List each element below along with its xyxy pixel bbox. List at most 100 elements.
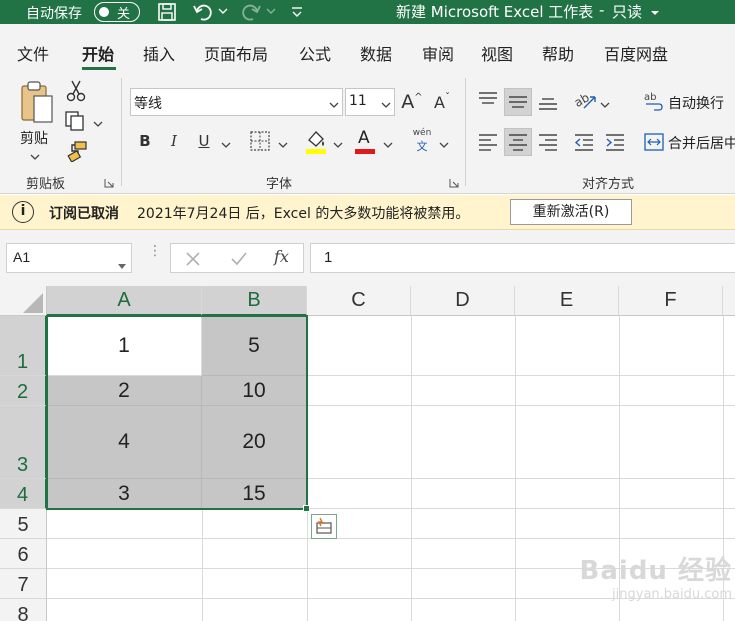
fill-color-swatch	[306, 149, 326, 154]
tab-home[interactable]: 开始	[82, 41, 114, 65]
bold-button[interactable]: B	[134, 128, 156, 154]
svg-text:ab: ab	[572, 90, 592, 110]
font-size-dropdown-icon[interactable]	[381, 98, 391, 113]
fill-handle[interactable]	[303, 505, 310, 512]
fill-color-dropdown-icon[interactable]	[333, 138, 343, 153]
font-dialog-launcher-icon[interactable]	[449, 177, 459, 188]
tab-baidu-netdisk[interactable]: 百度网盘	[604, 41, 668, 65]
fill-color-icon[interactable]	[305, 128, 327, 156]
font-group-label: 字体	[266, 177, 293, 192]
phonetic-top: wén	[412, 128, 432, 138]
redo-icon[interactable]	[240, 2, 262, 22]
title-separator: -	[599, 1, 605, 19]
phonetic-bottom: 文	[416, 140, 428, 153]
italic-glyph: I	[171, 132, 177, 150]
undo-icon[interactable]	[192, 2, 214, 22]
svg-text:ab: ab	[644, 92, 656, 103]
cancel-entry-icon[interactable]	[185, 251, 201, 271]
tab-page-layout[interactable]: 页面布局	[204, 41, 268, 65]
merge-center-label: 合并后居中	[668, 136, 735, 152]
watermark-url: jingyan.baidu.com	[612, 587, 732, 602]
font-color-icon[interactable]: A	[354, 128, 376, 156]
tab-view[interactable]: 视图	[481, 41, 513, 65]
name-box[interactable]: A1	[6, 243, 132, 273]
wrap-text-label: 自动换行	[668, 96, 724, 112]
paste-button[interactable]: 剪贴	[16, 80, 56, 162]
copy-dropdown-icon[interactable]	[93, 117, 103, 132]
increase-font-glyph: A	[401, 91, 415, 113]
customize-quick-access-icon[interactable]	[290, 4, 304, 20]
format-painter-icon[interactable]	[66, 140, 88, 163]
tab-help[interactable]: 帮助	[542, 41, 574, 65]
align-left-icon[interactable]	[476, 129, 500, 155]
orientation-icon[interactable]: ab	[572, 88, 598, 114]
insert-function-icon[interactable]: fx	[274, 247, 289, 266]
font-name-value: 等线	[134, 96, 162, 112]
tab-insert[interactable]: 插入	[143, 41, 175, 65]
phonetic-guide-icon[interactable]: wén 文	[409, 128, 435, 156]
font-name-dropdown-icon[interactable]	[329, 98, 339, 113]
increase-font-size-button[interactable]: A ^	[399, 88, 425, 116]
font-size-box[interactable]: 11	[345, 88, 395, 116]
cut-icon[interactable]	[66, 80, 86, 102]
document-title: 新建 Microsoft Excel 工作表	[396, 3, 594, 21]
clipboard-group-label: 剪贴板	[26, 177, 66, 192]
baidu-jingyan-watermark: Baidu 经验 jingyan.baidu.com	[562, 550, 732, 610]
selection-border	[46, 315, 308, 510]
tab-file[interactable]: 文件	[17, 41, 49, 65]
tab-data[interactable]: 数据	[360, 41, 392, 65]
increase-indent-icon[interactable]	[603, 129, 627, 155]
phonetic-dropdown-icon[interactable]	[439, 138, 449, 153]
paste-icon	[21, 81, 53, 123]
underline-button[interactable]: U	[193, 128, 215, 154]
formula-buttons: fx	[170, 243, 304, 273]
align-top-icon[interactable]	[476, 88, 500, 114]
tab-review[interactable]: 审阅	[422, 41, 454, 65]
orientation-dropdown-icon[interactable]	[600, 98, 610, 113]
align-right-icon[interactable]	[536, 129, 560, 155]
name-box-value: A1	[13, 249, 31, 265]
info-title: 订阅已取消	[49, 206, 119, 222]
underline-dropdown-icon[interactable]	[221, 138, 231, 153]
borders-icon[interactable]	[250, 131, 270, 151]
active-tab-underline	[82, 67, 116, 70]
info-message: 2021年7月24日 后，Excel 的大多数功能将被禁用。	[137, 206, 470, 222]
quick-analysis-button[interactable]	[311, 514, 337, 539]
font-color-dropdown-icon[interactable]	[383, 138, 393, 153]
autosave-toggle[interactable]: 关	[94, 2, 140, 22]
wrap-text-button[interactable]: ab 自动换行	[644, 89, 735, 115]
worksheet-grid: A B C D E F 1 2 3 4 5 6 7 8 1 5 2 10 4 2…	[0, 286, 735, 621]
align-center-icon[interactable]	[504, 128, 532, 156]
italic-button[interactable]: I	[163, 128, 185, 154]
ribbon-separator	[121, 78, 122, 186]
tab-formulas[interactable]: 公式	[299, 41, 331, 65]
decrease-font-glyph: A	[434, 92, 445, 112]
paste-dropdown-icon[interactable]	[30, 150, 40, 165]
undo-dropdown-icon[interactable]	[218, 4, 228, 18]
formula-input-value: 1	[324, 249, 333, 266]
confirm-entry-icon[interactable]	[230, 251, 248, 271]
reactivate-button[interactable]: 重新激活(R)	[510, 199, 632, 225]
clipboard-dialog-launcher-icon[interactable]	[104, 177, 114, 188]
font-name-box[interactable]: 等线	[130, 88, 343, 116]
align-middle-icon[interactable]	[504, 88, 532, 116]
paste-label: 剪贴	[20, 131, 48, 147]
formula-input[interactable]: 1	[310, 243, 735, 273]
info-icon: i	[12, 201, 34, 223]
align-bottom-icon[interactable]	[536, 88, 560, 114]
decrease-font-size-button[interactable]: Aˇ	[429, 88, 455, 116]
redo-dropdown-icon[interactable]	[266, 4, 276, 18]
underline-glyph: U	[198, 132, 210, 150]
wrap-text-icon: ab	[644, 92, 663, 111]
formula-bar-resize-handle[interactable]: ⋮	[148, 244, 162, 268]
save-icon[interactable]	[157, 2, 177, 22]
title-dropdown-icon[interactable]	[650, 6, 660, 16]
name-box-dropdown-icon[interactable]	[118, 255, 126, 274]
font-color-glyph: A	[358, 128, 370, 148]
merge-center-button[interactable]: 合并后居中	[644, 129, 735, 155]
font-color-swatch	[355, 149, 375, 154]
borders-dropdown-icon[interactable]	[278, 138, 288, 153]
copy-icon[interactable]	[64, 110, 86, 132]
decrease-indent-icon[interactable]	[572, 129, 596, 155]
read-only-label[interactable]: 只读	[612, 1, 642, 22]
